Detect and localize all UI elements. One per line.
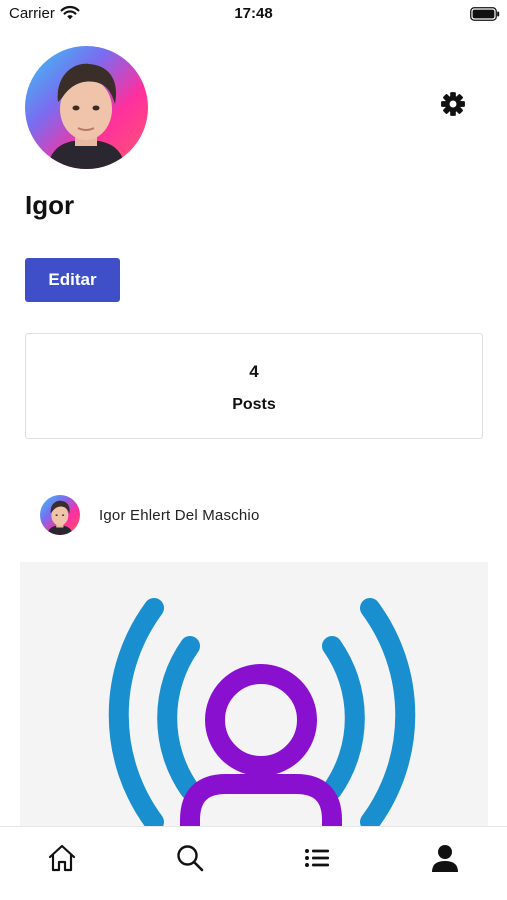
- posts-label: Posts: [232, 396, 276, 413]
- status-time: 17:48: [234, 5, 273, 22]
- post-header: Igor Ehlert Del Maschio: [0, 486, 507, 546]
- profile-avatar[interactable]: [25, 46, 148, 169]
- gear-icon[interactable]: [440, 91, 466, 117]
- broadcasting-person-icon: [108, 598, 416, 828]
- avatar-photo: [25, 46, 148, 169]
- profile-name: Igor: [25, 190, 75, 220]
- tab-bar: [0, 826, 507, 900]
- user-icon[interactable]: [430, 843, 460, 873]
- posts-count: 4: [249, 362, 259, 381]
- edit-profile-button[interactable]: Editar: [25, 258, 120, 302]
- home-icon[interactable]: [47, 843, 77, 873]
- search-icon[interactable]: [175, 843, 205, 873]
- stats-card: 4 Posts: [25, 333, 483, 439]
- avatar-photo: [40, 495, 80, 535]
- post-author-avatar[interactable]: [40, 495, 80, 535]
- post-image[interactable]: [20, 562, 488, 828]
- list-icon[interactable]: [302, 843, 332, 873]
- battery-icon: [470, 7, 500, 21]
- post-author-name[interactable]: Igor Ehlert Del Maschio: [99, 507, 260, 524]
- status-bar: Carrier 17:48: [0, 0, 507, 28]
